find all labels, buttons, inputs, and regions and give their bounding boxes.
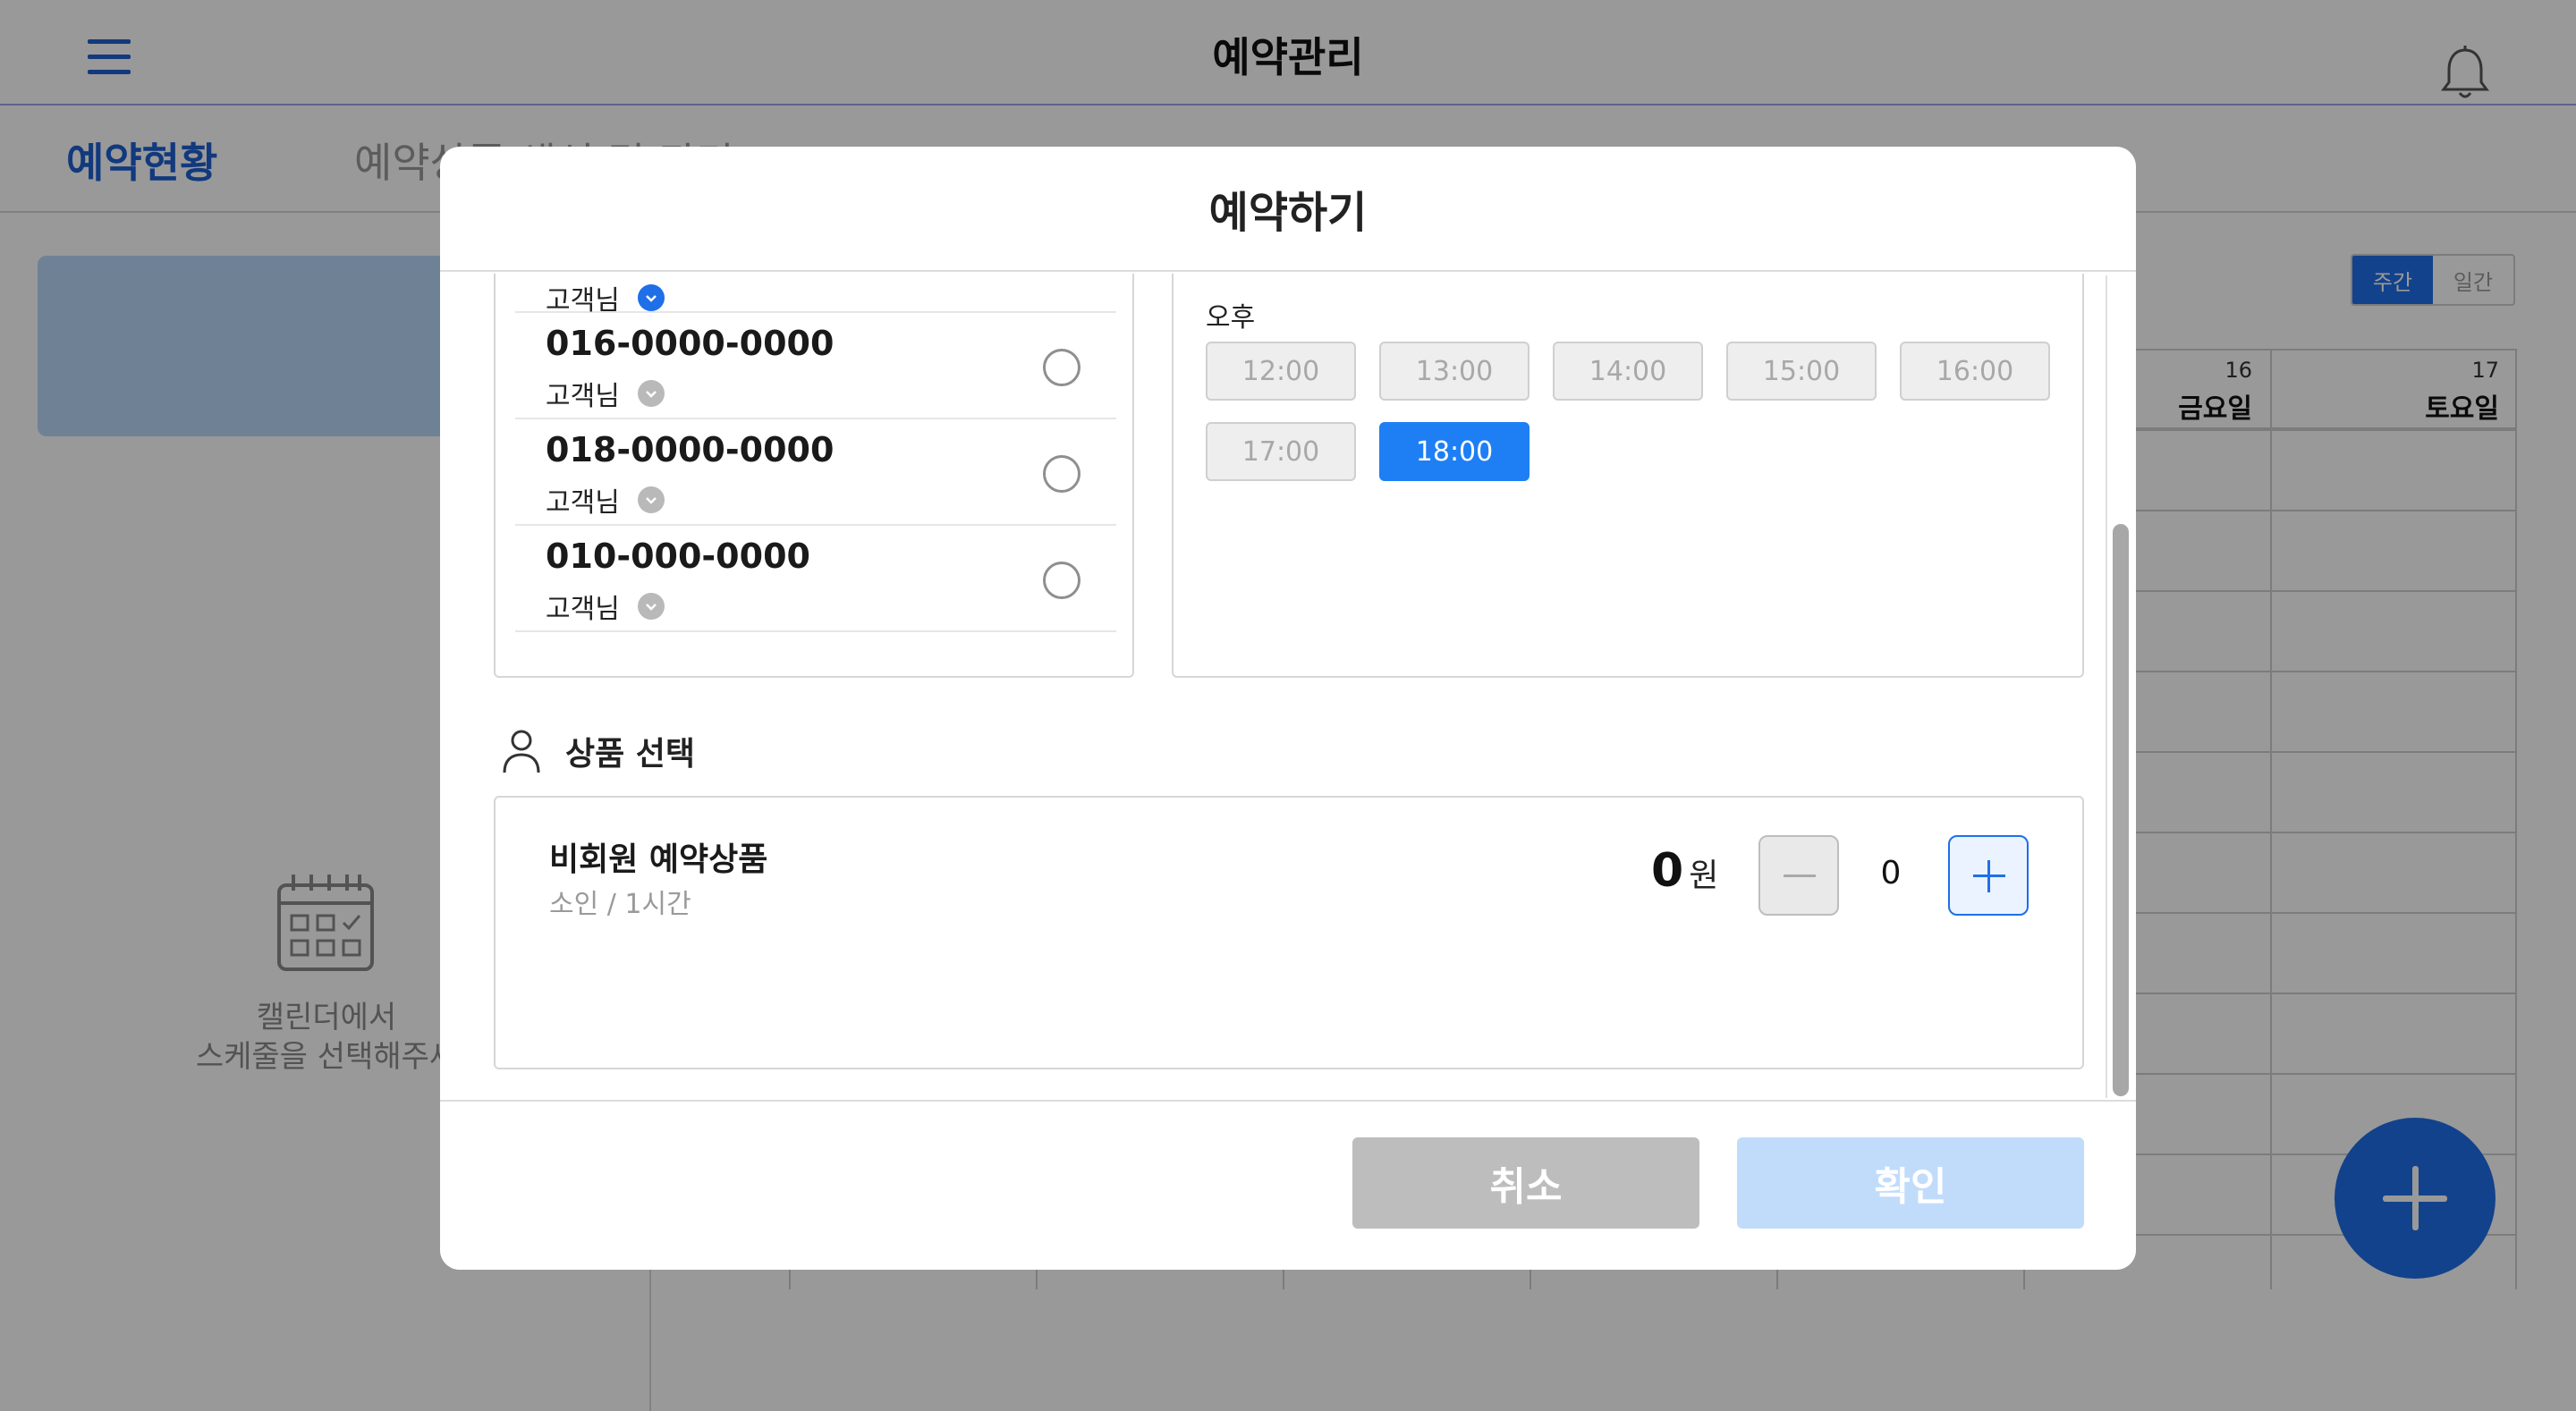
reservation-modal: 예약하기 고객님 016-0000-0000 고객님 018-0000-0000… — [440, 147, 2136, 1270]
pm-label: 오후 — [1206, 302, 1256, 334]
chevron-down-icon[interactable] — [637, 593, 665, 620]
customer-radio[interactable] — [1043, 349, 1080, 386]
customer-row[interactable]: 010-000-0000 고객님 — [515, 526, 1116, 632]
customer-radio[interactable] — [1043, 562, 1080, 599]
modal-header: 예약하기 — [440, 147, 2136, 272]
product-card: 비회원 예약상품 소인 / 1시간 0 원 0 — [494, 796, 2084, 1069]
scrollbar-thumb[interactable] — [2113, 524, 2129, 1096]
person-icon — [503, 730, 540, 773]
time-slot[interactable]: 15:00 — [1726, 342, 1877, 401]
decrease-quantity-button[interactable] — [1758, 835, 1839, 916]
customer-radio[interactable] — [1043, 455, 1080, 493]
customer-phone: 016-0000-0000 — [546, 324, 835, 363]
customer-row[interactable]: 016-0000-0000 고객님 — [515, 313, 1116, 419]
customer-phone: 018-0000-0000 — [546, 430, 835, 469]
time-slot-panel: 오후 12:00 13:00 14:00 15:00 16:00 17:00 1… — [1172, 274, 2084, 678]
product-section-header: 상품 선택 — [501, 726, 695, 776]
product-name: 비회원 예약상품 — [549, 841, 768, 878]
customer-name-wrap: 고객님 — [546, 278, 665, 317]
time-slot[interactable]: 16:00 — [1900, 342, 2050, 401]
customer-row[interactable]: 018-0000-0000 고객님 — [515, 419, 1116, 526]
time-slot[interactable]: 13:00 — [1379, 342, 1530, 401]
quantity-value: 0 — [1880, 855, 1902, 891]
customer-name-wrap: 고객님 — [546, 480, 665, 520]
product-subtitle: 소인 / 1시간 — [549, 889, 691, 920]
time-slot[interactable]: 17:00 — [1206, 422, 1356, 481]
product-price: 0 원 — [1651, 844, 1718, 898]
confirm-button[interactable]: 확인 — [1737, 1137, 2084, 1229]
time-slot[interactable]: 12:00 — [1206, 342, 1356, 401]
customer-name: 고객님 — [546, 594, 620, 625]
price-value: 0 — [1651, 844, 1684, 898]
cancel-button[interactable]: 취소 — [1352, 1137, 1699, 1229]
customer-phone: 010-000-0000 — [546, 537, 810, 576]
modal-footer: 취소 확인 — [440, 1100, 2136, 1270]
modal-title: 예약하기 — [1208, 188, 1368, 238]
customer-name: 고객님 — [546, 487, 620, 519]
time-slot-selected[interactable]: 18:00 — [1379, 422, 1530, 481]
chevron-down-icon[interactable] — [637, 380, 665, 407]
customer-list: 고객님 016-0000-0000 고객님 018-0000-0000 고객님 — [494, 274, 1134, 678]
chevron-down-icon[interactable] — [637, 486, 665, 513]
customer-name-wrap: 고객님 — [546, 587, 665, 626]
increase-quantity-button[interactable] — [1948, 835, 2029, 916]
price-unit: 원 — [1689, 858, 1719, 894]
customer-name: 고객님 — [546, 381, 620, 412]
customer-name: 고객님 — [546, 285, 620, 317]
product-section-title: 상품 선택 — [565, 736, 696, 773]
customer-row[interactable]: 고객님 — [515, 274, 1116, 317]
modal-body: 고객님 016-0000-0000 고객님 018-0000-0000 고객님 — [440, 274, 2136, 1100]
customer-name-wrap: 고객님 — [546, 374, 665, 413]
chevron-down-icon[interactable] — [637, 284, 665, 311]
time-slot[interactable]: 14:00 — [1553, 342, 1703, 401]
